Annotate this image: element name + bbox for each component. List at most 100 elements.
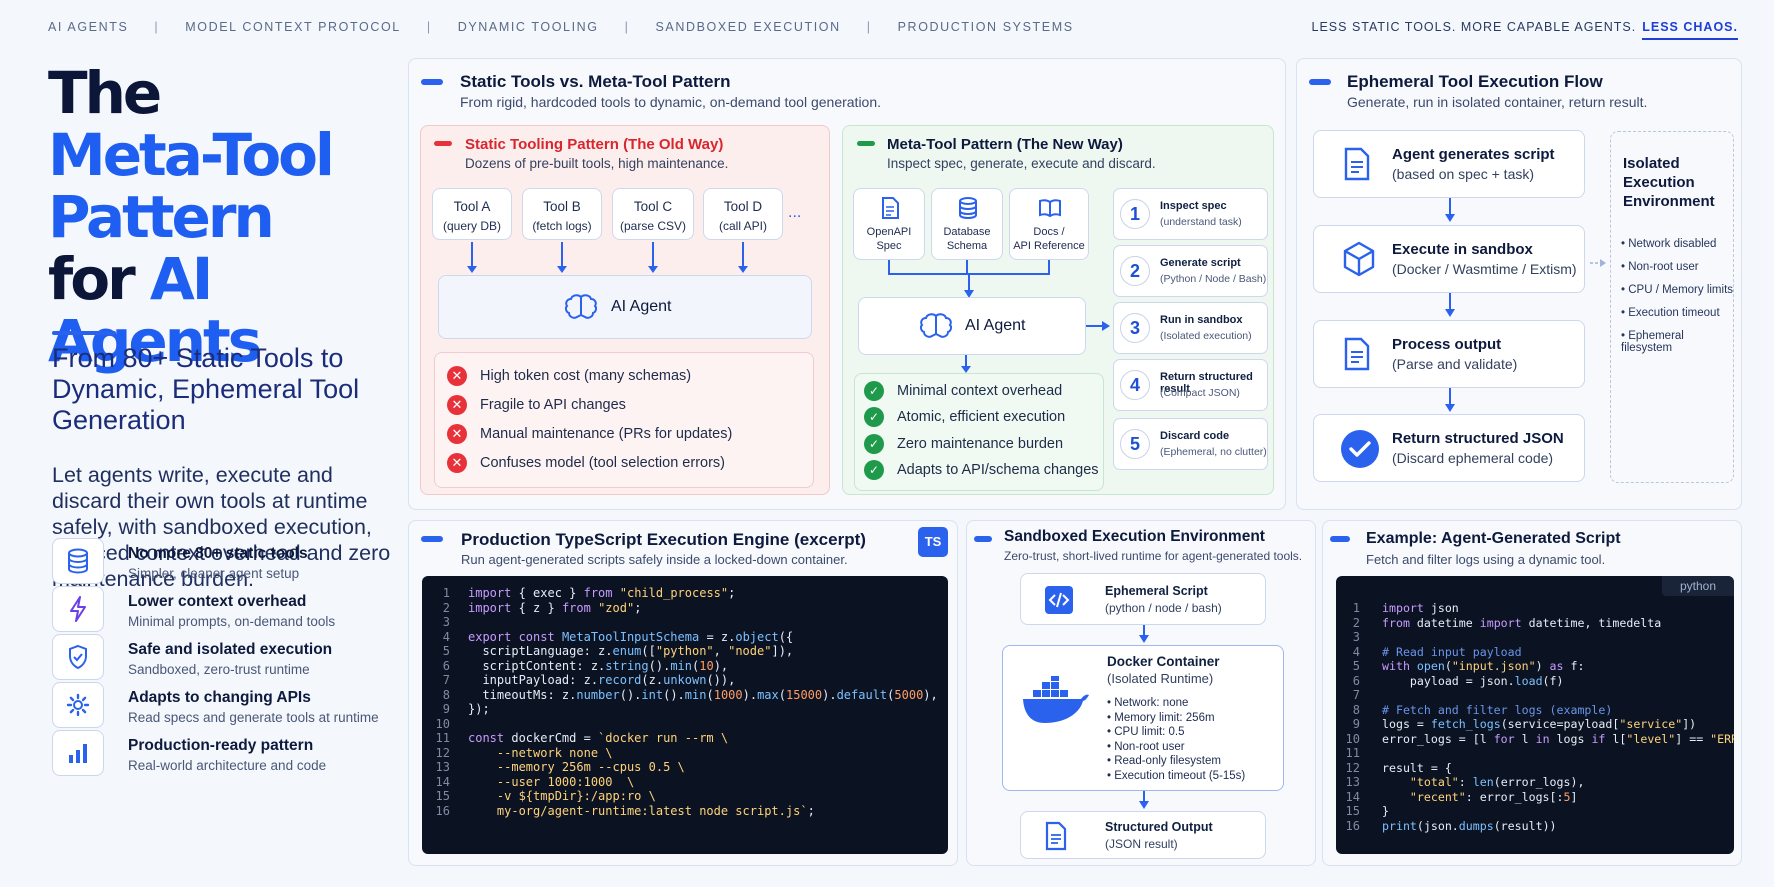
output-desc: (JSON result) <box>1105 837 1178 851</box>
step-desc: (Compact JSON) <box>1160 387 1240 399</box>
feature-item: Adapts to changing APIs Read specs and g… <box>52 682 402 730</box>
tool-desc: (call API) <box>718 219 767 233</box>
nav-item[interactable]: SANDBOXED EXECUTION <box>655 20 840 34</box>
flow-step-title: Execute in sandbox <box>1392 241 1533 258</box>
nav-item[interactable]: DYNAMIC TOOLING <box>458 20 599 34</box>
step-desc: (Python / Node / Bash) <box>1160 273 1267 285</box>
old-agent-card: AI Agent <box>438 275 812 339</box>
brain-icon <box>919 313 953 338</box>
source-label: OpenAPI <box>866 226 912 238</box>
nav-item[interactable]: AI AGENTS <box>48 20 128 34</box>
book-icon <box>1039 199 1061 218</box>
arrow-right-icon <box>1086 321 1110 331</box>
ephemeral-script-card: Ephemeral Script (python / node / bash) <box>1020 573 1266 625</box>
pro-item: Adapts to API/schema changes <box>897 462 1099 478</box>
container-spec-item: • Read-only filesystem <box>1107 755 1221 767</box>
sandbox-subtitle: Zero-trust, short-lived runtime for agen… <box>1004 549 1303 563</box>
flow-subtitle: Generate, run in isolated container, ret… <box>1347 94 1648 110</box>
source-label: Docs / <box>1033 226 1065 238</box>
container-spec-item: • Non-root user <box>1107 740 1185 753</box>
step-number: 3 <box>1120 313 1150 343</box>
typescript-badge: TS <box>918 527 948 557</box>
feature-desc: Minimal prompts, on-demand tools <box>128 614 336 629</box>
flow-step-desc: (Discard ephemeral code) <box>1392 450 1554 466</box>
isolated-title: Isolated Execution Environment <box>1623 155 1715 210</box>
nav-separator: | <box>866 20 872 34</box>
x-icon: ✕ <box>447 453 467 473</box>
brain-icon <box>564 294 598 319</box>
feature-title: No more 80+ static tools <box>128 545 308 562</box>
feature-item: Lower context overhead Minimal prompts, … <box>52 586 402 634</box>
container-desc: (Isolated Runtime) <box>1107 671 1214 686</box>
nav-separator: | <box>426 20 432 34</box>
source-card: Docs / API Reference <box>1009 188 1089 260</box>
flow-step-title: Return structured JSON <box>1392 430 1564 447</box>
docker-container-card: Docker Container (Isolated Runtime) • Ne… <box>1002 645 1284 791</box>
container-spec-item: • Memory limit: 256m <box>1107 711 1215 724</box>
tool-card: Tool A (query DB) <box>432 188 512 240</box>
new-agent-card: AI Agent <box>858 297 1086 355</box>
isolated-env-box: Isolated Execution Environment • Network… <box>1610 131 1734 483</box>
typescript-code-block: 1 2 3 4 5 6 7 8 9 10 11 12 13 14 15 16 i… <box>422 576 948 854</box>
x-icon: ✕ <box>447 366 467 386</box>
feature-title: Production-ready pattern <box>128 737 314 754</box>
step-number: 4 <box>1120 370 1150 400</box>
check-icon: ✓ <box>864 381 884 401</box>
database-icon <box>959 197 977 219</box>
step-desc: (Isolated execution) <box>1160 330 1252 342</box>
example-subtitle: Fetch and filter logs using a dynamic to… <box>1366 552 1606 567</box>
isolated-item: • Execution timeout <box>1621 307 1720 319</box>
meta-step: 5 Discard code (Ephemeral, no clutter) <box>1113 418 1268 470</box>
new-way-subtitle: Inspect spec, generate, execute and disc… <box>887 156 1156 171</box>
title-marker <box>974 536 992 542</box>
tool-arrows <box>467 242 748 273</box>
title-marker <box>434 141 452 146</box>
flow-step: Agent generates script (based on spec + … <box>1313 130 1585 198</box>
nav-item[interactable]: PRODUCTION SYSTEMS <box>898 20 1074 34</box>
feature-item: No more 80+ static tools Simpler, cleane… <box>52 538 402 586</box>
step-number: 1 <box>1120 199 1150 229</box>
feature-title: Lower context overhead <box>128 593 307 610</box>
engine-title: Production TypeScript Execution Engine (… <box>461 530 866 549</box>
con-item: Manual maintenance (PRs for updates) <box>480 426 733 442</box>
script-desc: (python / node / bash) <box>1105 601 1222 615</box>
container-specs: • Network: none • Memory limit: 256m • C… <box>1107 696 1245 783</box>
tagline-emphasis: LESS CHAOS. <box>1642 20 1738 40</box>
structured-output-card: Structured Output (JSON result) <box>1020 811 1266 859</box>
nav-item[interactable]: MODEL CONTEXT PROTOCOL <box>185 20 401 34</box>
isolated-item: • CPU / Memory limits <box>1621 284 1734 296</box>
document-icon <box>1344 147 1370 181</box>
pro-item: Zero maintenance burden <box>897 436 1064 452</box>
script-title: Ephemeral Script <box>1105 584 1208 598</box>
meta-step: 4 Return structured result (Compact JSON) <box>1113 359 1268 411</box>
hero-title: The Meta-Tool Pattern for AI Agents <box>48 62 408 372</box>
source-card: Database Schema <box>931 188 1003 260</box>
database-icon <box>52 538 104 584</box>
tool-name: Tool C <box>633 199 673 214</box>
title-marker <box>421 536 443 542</box>
line-numbers: 1 2 3 4 5 6 7 8 9 10 11 12 13 14 15 16 <box>435 586 450 818</box>
old-way-subtitle: Dozens of pre-built tools, high maintena… <box>465 156 729 171</box>
language-label: python <box>1662 576 1734 596</box>
flow-step-desc: (based on spec + task) <box>1392 166 1535 182</box>
con-item: Confuses model (tool selection errors) <box>480 455 725 471</box>
isolated-item: • Ephemeral filesystem <box>1621 330 1684 354</box>
tool-desc: (query DB) <box>442 219 501 233</box>
shield-check-icon <box>52 634 104 680</box>
feature-desc: Read specs and generate tools at runtime <box>128 710 379 725</box>
step-title: Run in sandbox <box>1160 314 1243 326</box>
source-label: Database <box>943 226 991 238</box>
arrow-down-icon <box>1139 625 1149 643</box>
feature-desc: Simpler, cleaner agent setup <box>128 566 300 581</box>
example-title: Example: Agent-Generated Script <box>1366 530 1621 547</box>
step-desc: (Ephemeral, no clutter) <box>1160 446 1267 458</box>
flow-title: Ephemeral Tool Execution Flow <box>1347 72 1603 91</box>
tool-desc: (fetch logs) <box>532 219 592 233</box>
step-title: Inspect spec <box>1160 200 1227 212</box>
feature-desc: Real-world architecture and code <box>128 758 327 773</box>
feature-title: Safe and isolated execution <box>128 641 333 658</box>
flow-step-desc: (Docker / Wasmtime / Extism) <box>1392 261 1577 277</box>
code-icon <box>1045 586 1073 614</box>
title-line: The <box>48 59 162 127</box>
check-icon: ✓ <box>864 434 884 454</box>
